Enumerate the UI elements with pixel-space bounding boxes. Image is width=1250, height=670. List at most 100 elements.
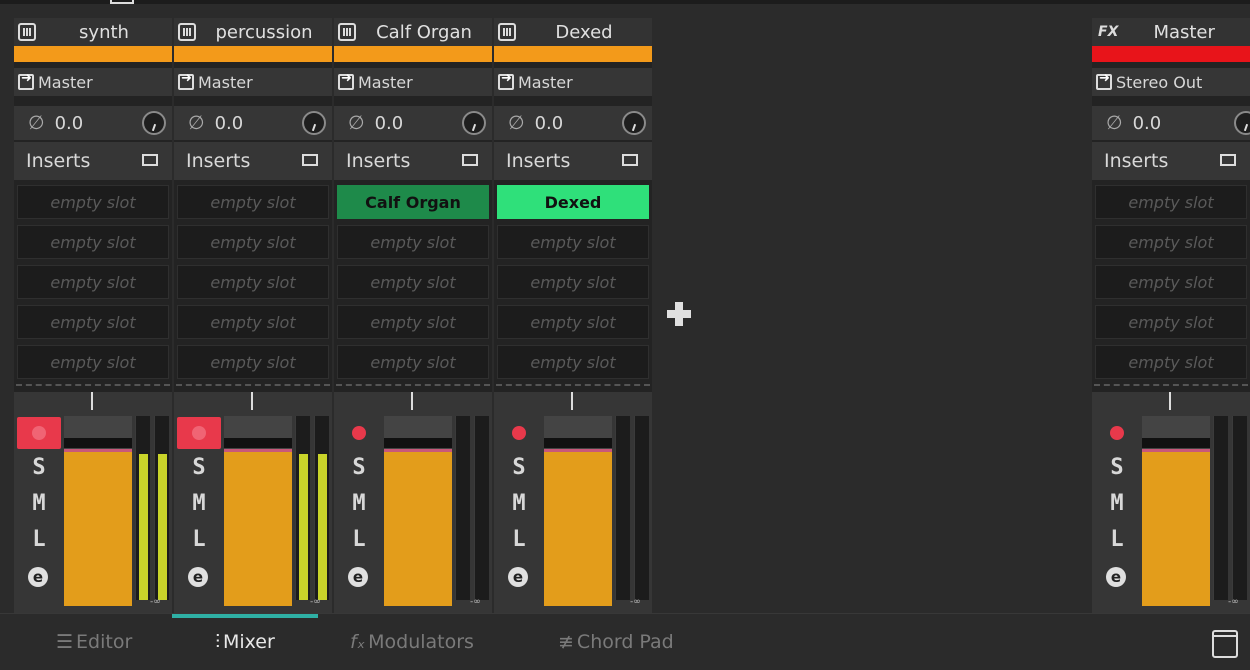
inserts-collapse-icon[interactable] [1220, 154, 1236, 166]
fx-icon: FX [1098, 24, 1119, 40]
volume-fader[interactable] [384, 416, 452, 606]
tab-modulators[interactable]: fₓ Modulators [350, 614, 474, 670]
output-route-button[interactable]: Master [334, 68, 492, 96]
listen-button[interactable]: L [19, 525, 59, 555]
tab-label: Chord Pad [576, 631, 674, 653]
gain-value[interactable]: 0.0 [215, 113, 244, 134]
phase-invert-icon[interactable]: ∅ [188, 112, 205, 134]
tab-mixer[interactable]: ⫶ Mixer [172, 614, 318, 670]
output-route-button[interactable]: Master [174, 68, 332, 96]
insert-slot[interactable]: empty slot [177, 185, 329, 219]
listen-button[interactable]: L [499, 525, 539, 555]
output-label: Master [518, 72, 573, 92]
channel-name-bar[interactable]: synth [14, 18, 172, 46]
record-arm-button[interactable] [337, 417, 381, 449]
monitor-mode-icon[interactable]: e [28, 567, 48, 587]
insert-slot[interactable]: empty slot [17, 225, 169, 259]
gain-value[interactable]: 0.0 [1133, 113, 1162, 134]
add-channel-plus-icon[interactable] [667, 302, 691, 326]
gain-value[interactable]: 0.0 [55, 113, 84, 134]
mute-button[interactable]: M [1097, 489, 1137, 519]
pan-knob[interactable] [142, 111, 166, 135]
monitor-mode-icon[interactable]: e [1106, 567, 1126, 587]
solo-button[interactable]: S [179, 453, 219, 483]
inserts-collapse-icon[interactable] [142, 154, 158, 166]
pan-knob[interactable] [1234, 111, 1250, 135]
pan-knob[interactable] [462, 111, 486, 135]
insert-slot[interactable]: empty slot [337, 265, 489, 299]
pan-knob[interactable] [622, 111, 646, 135]
solo-button[interactable]: S [339, 453, 379, 483]
output-route-button[interactable]: Master [14, 68, 172, 96]
channel-name-bar[interactable]: percussion [174, 18, 332, 46]
gain-value[interactable]: 0.0 [535, 113, 564, 134]
record-arm-button[interactable] [1095, 417, 1139, 449]
insert-slot[interactable]: empty slot [497, 345, 649, 379]
insert-slot[interactable]: empty slot [1095, 345, 1247, 379]
phase-invert-icon[interactable]: ∅ [1106, 112, 1123, 134]
monitor-mode-icon[interactable]: e [508, 567, 528, 587]
channel-name: percussion [215, 21, 313, 43]
monitor-mode-icon[interactable]: e [188, 567, 208, 587]
listen-button[interactable]: L [339, 525, 379, 555]
insert-slot[interactable]: empty slot [177, 305, 329, 339]
volume-fader[interactable] [544, 416, 612, 606]
inserts-header[interactable]: Inserts [334, 142, 492, 180]
inserts-header[interactable]: Inserts [1092, 142, 1250, 180]
insert-slot[interactable]: empty slot [497, 305, 649, 339]
channel-name-bar[interactable]: FX Master [1092, 18, 1250, 46]
volume-fader[interactable] [224, 416, 292, 606]
insert-slot[interactable]: empty slot [17, 185, 169, 219]
phase-invert-icon[interactable]: ∅ [348, 112, 365, 134]
insert-slot-plugin[interactable]: Dexed [497, 185, 649, 219]
listen-button[interactable]: L [1097, 525, 1137, 555]
inserts-collapse-icon[interactable] [302, 154, 318, 166]
insert-slot[interactable]: empty slot [1095, 185, 1247, 219]
volume-fader[interactable] [1142, 416, 1210, 606]
inserts-header[interactable]: Inserts [494, 142, 652, 180]
record-arm-button[interactable] [17, 417, 61, 449]
mute-button[interactable]: M [499, 489, 539, 519]
insert-slot[interactable]: empty slot [497, 225, 649, 259]
solo-button[interactable]: S [499, 453, 539, 483]
record-arm-button[interactable] [497, 417, 541, 449]
tab-editor[interactable]: ☰ Editor [56, 614, 132, 670]
mute-button[interactable]: M [19, 489, 59, 519]
monitor-mode-icon[interactable]: e [348, 567, 368, 587]
channel-name-bar[interactable]: Dexed [494, 18, 652, 46]
insert-slot[interactable]: empty slot [497, 265, 649, 299]
window-toggle-icon[interactable] [1212, 630, 1238, 658]
insert-slot[interactable]: empty slot [1095, 225, 1247, 259]
channel-name-bar[interactable]: Calf Organ [334, 18, 492, 46]
mute-button[interactable]: M [179, 489, 219, 519]
tab-chord-pad[interactable]: ≢ Chord Pad [558, 614, 674, 670]
inserts-collapse-icon[interactable] [462, 154, 478, 166]
insert-slot[interactable]: empty slot [17, 305, 169, 339]
insert-slot[interactable]: empty slot [337, 225, 489, 259]
insert-slot[interactable]: empty slot [17, 345, 169, 379]
solo-button[interactable]: S [19, 453, 59, 483]
insert-slot-plugin[interactable]: Calf Organ [337, 185, 489, 219]
listen-button[interactable]: L [179, 525, 219, 555]
insert-slot[interactable]: empty slot [177, 345, 329, 379]
insert-slot[interactable]: empty slot [17, 265, 169, 299]
inserts-collapse-icon[interactable] [622, 154, 638, 166]
gain-value[interactable]: 0.0 [375, 113, 404, 134]
inserts-header[interactable]: Inserts [14, 142, 172, 180]
insert-slot[interactable]: empty slot [337, 305, 489, 339]
record-arm-button[interactable] [177, 417, 221, 449]
phase-invert-icon[interactable]: ∅ [28, 112, 45, 134]
output-route-button[interactable]: Master [494, 68, 652, 96]
insert-slot[interactable]: empty slot [177, 265, 329, 299]
pan-knob[interactable] [302, 111, 326, 135]
output-route-button[interactable]: Stereo Out [1092, 68, 1250, 96]
insert-slot[interactable]: empty slot [177, 225, 329, 259]
solo-button[interactable]: S [1097, 453, 1137, 483]
inserts-header[interactable]: Inserts [174, 142, 332, 180]
insert-slot[interactable]: empty slot [1095, 265, 1247, 299]
volume-fader[interactable] [64, 416, 132, 606]
insert-slot[interactable]: empty slot [1095, 305, 1247, 339]
insert-slot[interactable]: empty slot [337, 345, 489, 379]
mute-button[interactable]: M [339, 489, 379, 519]
phase-invert-icon[interactable]: ∅ [508, 112, 525, 134]
